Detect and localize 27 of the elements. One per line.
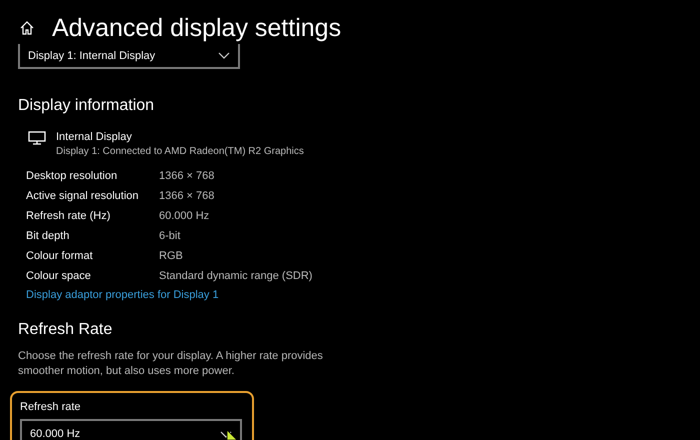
info-label: Desktop resolution	[26, 169, 118, 183]
dropdown[interactable]: Display 1: Internal Display	[18, 44, 240, 69]
chevron-down-icon	[220, 430, 232, 438]
display-detail: Display 1: Connected to AMD Radeon(TM) R2 Graphics	[56, 146, 304, 157]
section-description: Choose the refresh rate for your display. A higher rate provides smoother motion, but also uses more power.	[18, 349, 324, 379]
section-heading: Refresh Rate	[18, 321, 114, 339]
info-label: Bit depth	[26, 229, 70, 243]
info-label: Refresh rate (Hz)	[26, 209, 112, 223]
info-label: Active signal resolution	[26, 189, 140, 203]
info-label: Colour space	[26, 269, 92, 283]
info-value: 1366 × 768	[159, 169, 216, 183]
info-label: Colour format	[26, 249, 94, 263]
page-title: Advanced display settings	[52, 14, 342, 42]
info-value: Standard dynamic range (SDR)	[159, 269, 314, 283]
home-icon[interactable]	[20, 21, 34, 35]
info-value: 1366 × 768	[159, 189, 216, 203]
dropdown[interactable]: 60.000 Hz	[20, 419, 242, 440]
info-value: RGB	[159, 249, 184, 263]
monitor-icon	[28, 131, 46, 145]
field-label: Refresh rate	[20, 401, 82, 413]
adapter-properties-link[interactable]: Display adaptor properties for Display 1	[26, 289, 219, 301]
info-value: 60.000 Hz	[159, 209, 210, 223]
section-heading: Display information	[18, 97, 156, 115]
info-value: 6-bit	[159, 229, 182, 243]
display-name: Internal Display	[56, 131, 133, 143]
chevron-down-icon	[218, 52, 230, 59]
pointer-icon	[226, 430, 238, 440]
